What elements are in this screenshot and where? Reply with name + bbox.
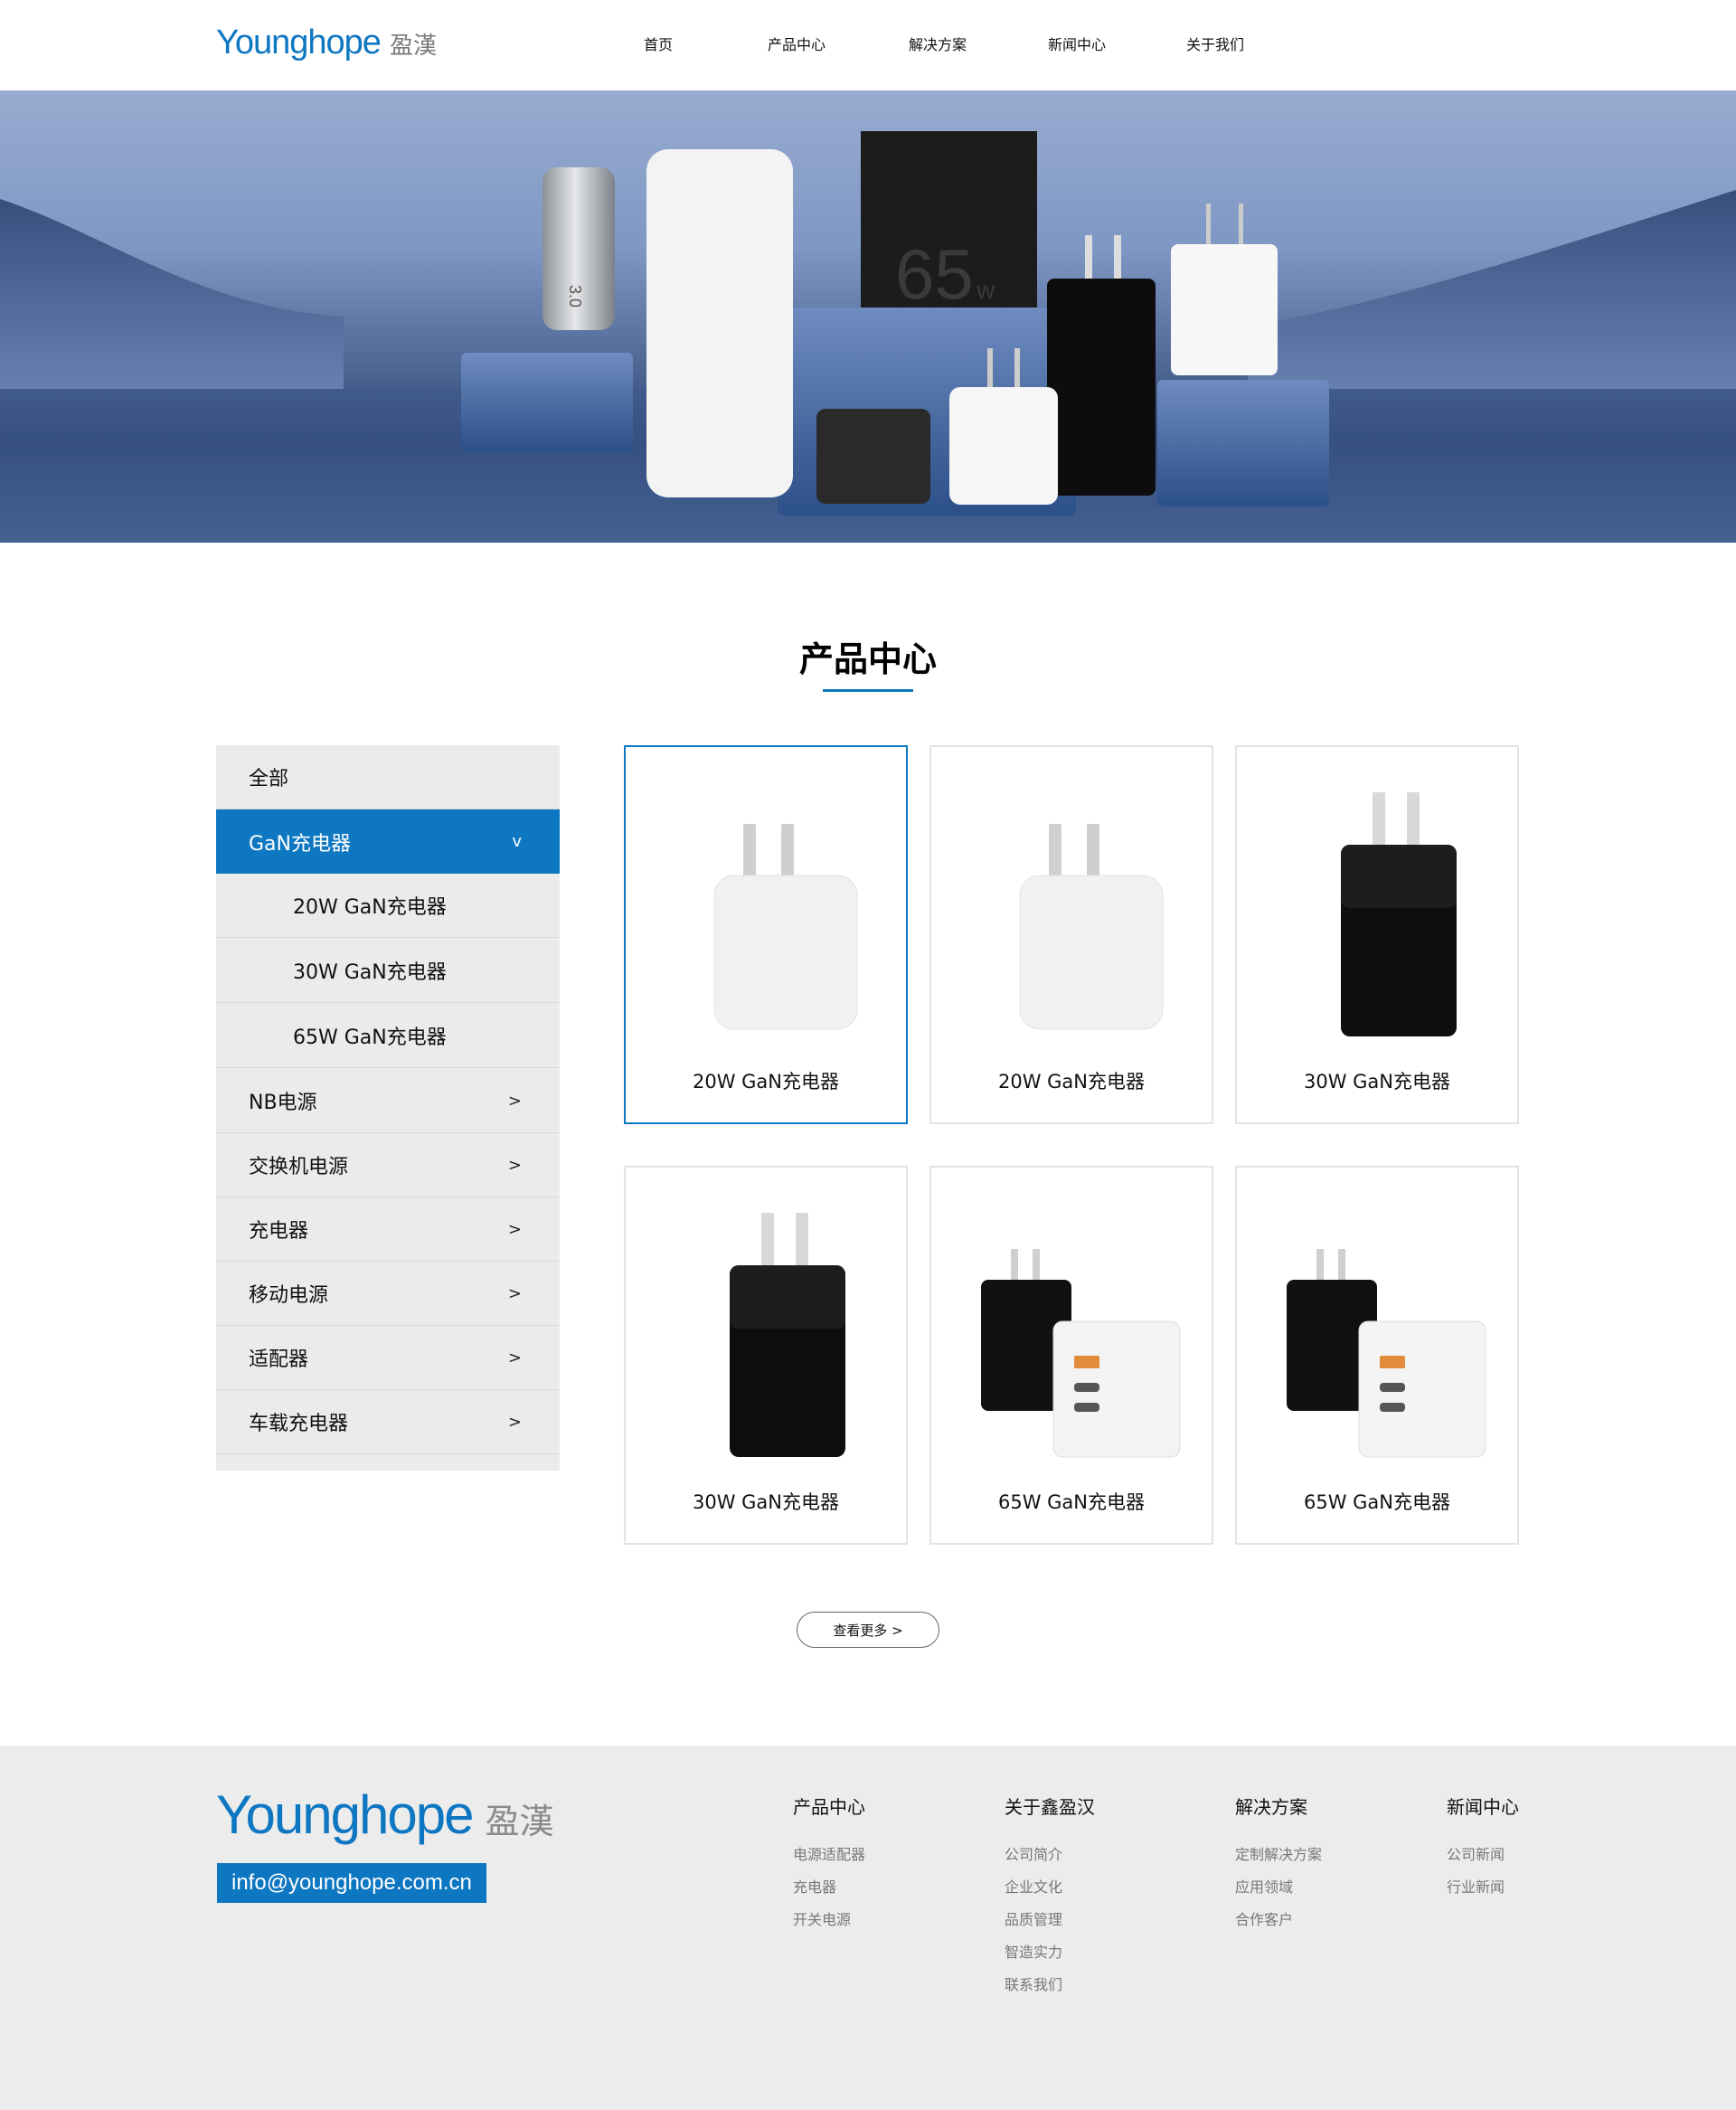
nav-about[interactable]: 关于我们 — [1186, 33, 1244, 54]
footer-column-title: 关于鑫盈汉 — [1005, 1796, 1095, 1818]
product-name: 30W GaN充电器 — [1303, 1071, 1450, 1093]
footer-link[interactable]: 合作客户 — [1235, 1907, 1322, 1940]
product-image — [713, 824, 858, 1030]
product-name: 20W GaN充电器 — [692, 1071, 839, 1093]
footer-logo-chinese: 盈漢 — [485, 1802, 554, 1841]
banner-illustration: 3.0 65 w — [0, 131, 1736, 543]
site-footer: Younghope 盈漢 info@younghope.com.cn 产品中心 … — [0, 1746, 1736, 2110]
product-image — [981, 1249, 1181, 1458]
sidebar-subitem-65w[interactable]: 65W GaN充电器 — [216, 1004, 560, 1068]
product-card[interactable]: 30W GaN充电器 — [624, 1166, 908, 1545]
product-name: 65W GaN充电器 — [1303, 1491, 1450, 1513]
footer-link[interactable]: 品质管理 — [1005, 1907, 1095, 1940]
chevron-right-icon: > — [507, 1155, 522, 1175]
product-card[interactable]: 65W GaN充电器 — [929, 1166, 1213, 1545]
nav-news[interactable]: 新闻中心 — [1048, 33, 1106, 54]
sidebar-item-power-bank[interactable]: 移动电源 > — [216, 1262, 560, 1326]
footer-link[interactable]: 开关电源 — [793, 1907, 865, 1940]
nav-products[interactable]: 产品中心 — [768, 33, 826, 54]
product-image — [1341, 792, 1457, 1036]
view-more-button[interactable]: 查看更多 > — [797, 1612, 939, 1648]
footer-column-products: 产品中心 电源适配器 充电器 开关电源 — [793, 1793, 865, 1940]
sidebar-item-label: 20W GaN充电器 — [293, 896, 447, 919]
sidebar-item-label: 65W GaN充电器 — [293, 1027, 447, 1049]
sidebar-subitem-20w[interactable]: 20W GaN充电器 — [216, 874, 560, 938]
product-card[interactable]: 20W GaN充电器 — [624, 745, 908, 1124]
product-name: 30W GaN充电器 — [692, 1491, 839, 1513]
footer-link[interactable]: 充电器 — [793, 1875, 865, 1907]
sidebar-item-adapter[interactable]: 适配器 > — [216, 1326, 560, 1390]
footer-column-title: 新闻中心 — [1447, 1796, 1519, 1818]
sidebar-item-label: 充电器 — [249, 1220, 309, 1243]
footer-link[interactable]: 公司简介 — [1005, 1842, 1095, 1875]
sidebar-item-label: GaN充电器 — [249, 832, 351, 856]
nav-home[interactable]: 首页 — [644, 33, 673, 54]
footer-link[interactable]: 智造实力 — [1005, 1940, 1095, 1973]
svg-text:3.0: 3.0 — [566, 285, 584, 308]
chevron-right-icon: > — [507, 1219, 522, 1239]
footer-logo[interactable]: Younghope 盈漢 — [216, 1784, 553, 1846]
product-name: 20W GaN充电器 — [997, 1071, 1145, 1093]
section-title: 产品中心 — [798, 639, 937, 679]
sidebar-item-label: NB电源 — [249, 1092, 317, 1114]
chevron-right-icon: > — [507, 1091, 522, 1111]
svg-text:65: 65 — [895, 234, 974, 314]
hero-banner: 3.0 65 w — [0, 90, 1736, 543]
footer-column-news: 新闻中心 公司新闻 行业新闻 — [1447, 1793, 1519, 1907]
footer-column-title: 解决方案 — [1235, 1796, 1307, 1818]
sidebar-item-label: 移动电源 — [249, 1284, 329, 1307]
sidebar-item-nb-power[interactable]: NB电源 > — [216, 1069, 560, 1133]
product-card[interactable]: 20W GaN充电器 — [929, 745, 1213, 1124]
sidebar-subitem-30w[interactable]: 30W GaN充电器 — [216, 939, 560, 1003]
chevron-right-icon: > — [507, 1412, 522, 1432]
product-card[interactable]: 30W GaN充电器 — [1235, 745, 1519, 1124]
sidebar-item-gan-charger[interactable]: GaN充电器 v — [216, 809, 560, 874]
sidebar-item-label: 30W GaN充电器 — [293, 961, 447, 984]
footer-link[interactable]: 行业新闻 — [1447, 1875, 1519, 1907]
product-image — [1287, 1249, 1486, 1458]
sidebar-item-car-charger[interactable]: 车载充电器 > — [216, 1390, 560, 1454]
sidebar-item-label: 交换机电源 — [249, 1156, 349, 1178]
product-image — [1019, 824, 1164, 1030]
footer-link[interactable]: 公司新闻 — [1447, 1842, 1519, 1875]
footer-link[interactable]: 企业文化 — [1005, 1875, 1095, 1907]
footer-email[interactable]: info@younghope.com.cn — [217, 1863, 486, 1903]
product-card[interactable]: 65W GaN充电器 — [1235, 1166, 1519, 1545]
footer-link[interactable]: 电源适配器 — [793, 1842, 865, 1875]
category-sidebar: 全部 GaN充电器 v 20W GaN充电器 30W GaN充电器 65W Ga… — [216, 745, 560, 1471]
product-name: 65W GaN充电器 — [997, 1491, 1145, 1513]
main-nav: 首页 产品中心 解决方案 新闻中心 关于我们 — [0, 33, 1736, 54]
title-underline — [823, 689, 913, 692]
power-bank-product — [646, 149, 793, 497]
sidebar-item-charger[interactable]: 充电器 > — [216, 1197, 560, 1262]
svg-text:w: w — [976, 276, 995, 304]
footer-column-title: 产品中心 — [793, 1796, 865, 1818]
product-image — [730, 1213, 845, 1457]
sidebar-item-all[interactable]: 全部 — [216, 745, 560, 809]
footer-column-about: 关于鑫盈汉 公司简介 企业文化 品质管理 智造实力 联系我们 — [1005, 1793, 1095, 2005]
chevron-down-icon: v — [512, 832, 522, 851]
site-header: Younghope 盈漢 首页 产品中心 解决方案 新闻中心 关于我们 — [0, 0, 1736, 90]
chevron-right-icon: > — [507, 1348, 522, 1367]
footer-logo-english: Younghope — [216, 1784, 474, 1845]
chevron-right-icon: > — [507, 1283, 522, 1303]
nav-solutions[interactable]: 解决方案 — [909, 33, 967, 54]
sidebar-item-label: 车载充电器 — [249, 1413, 349, 1435]
footer-column-solutions: 解决方案 定制解决方案 应用领域 合作客户 — [1235, 1793, 1322, 1940]
footer-link[interactable]: 应用领域 — [1235, 1875, 1322, 1907]
footer-link[interactable]: 联系我们 — [1005, 1973, 1095, 2005]
sidebar-item-label: 适配器 — [249, 1348, 309, 1371]
sidebar-item-switch-power[interactable]: 交换机电源 > — [216, 1133, 560, 1197]
sidebar-item-label: 全部 — [249, 768, 289, 790]
footer-link[interactable]: 定制解决方案 — [1235, 1842, 1322, 1875]
